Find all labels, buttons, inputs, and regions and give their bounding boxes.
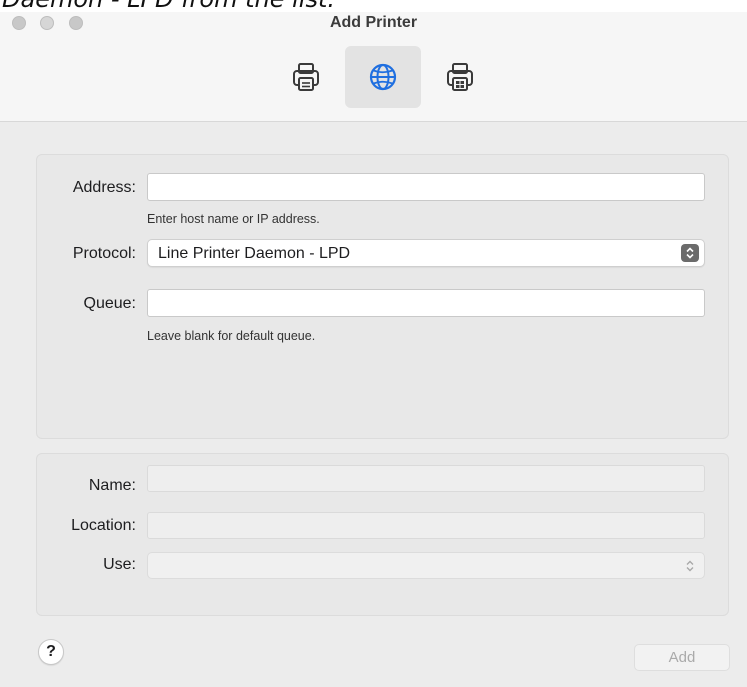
ip-globe-icon <box>369 63 397 91</box>
queue-label: Queue: <box>83 295 136 312</box>
default-printer-icon <box>293 63 319 91</box>
name-label: Name: <box>88 477 136 494</box>
window-title: Add Printer <box>329 14 418 31</box>
toolbar-ip-button[interactable] <box>345 46 421 108</box>
chevron-up-down-icon <box>681 557 699 575</box>
use-select[interactable] <box>147 552 705 579</box>
address-hint: Enter host name or IP address. <box>147 212 320 226</box>
location-label: Location: <box>71 517 136 534</box>
name-field[interactable] <box>147 465 705 492</box>
location-field[interactable] <box>147 512 705 539</box>
address-label: Address: <box>72 179 136 196</box>
queue-field[interactable] <box>147 289 705 317</box>
protocol-label: Protocol: <box>72 245 136 262</box>
add-printer-window: Add Printer Address: Enter host name or … <box>0 12 747 687</box>
queue-hint: Leave blank for default queue. <box>147 329 316 343</box>
add-button[interactable]: Add <box>634 644 730 671</box>
chevron-up-down-icon <box>681 244 699 262</box>
background-caption: Daemon - LPD from the list. <box>0 0 747 12</box>
protocol-select[interactable]: Line Printer Daemon - LPD <box>147 239 705 267</box>
background-caption-text: Daemon - LPD from the list. <box>2 0 335 12</box>
toolbar-default-button[interactable] <box>268 46 344 108</box>
address-field[interactable] <box>147 173 705 201</box>
toolbar-windows-button[interactable] <box>422 46 498 108</box>
help-button[interactable]: ? <box>38 639 64 665</box>
titlebar: Add Printer <box>0 12 747 122</box>
windows-printer-icon <box>447 63 473 91</box>
protocol-selected-value: Line Printer Daemon - LPD <box>158 245 351 262</box>
use-label: Use: <box>103 556 136 573</box>
